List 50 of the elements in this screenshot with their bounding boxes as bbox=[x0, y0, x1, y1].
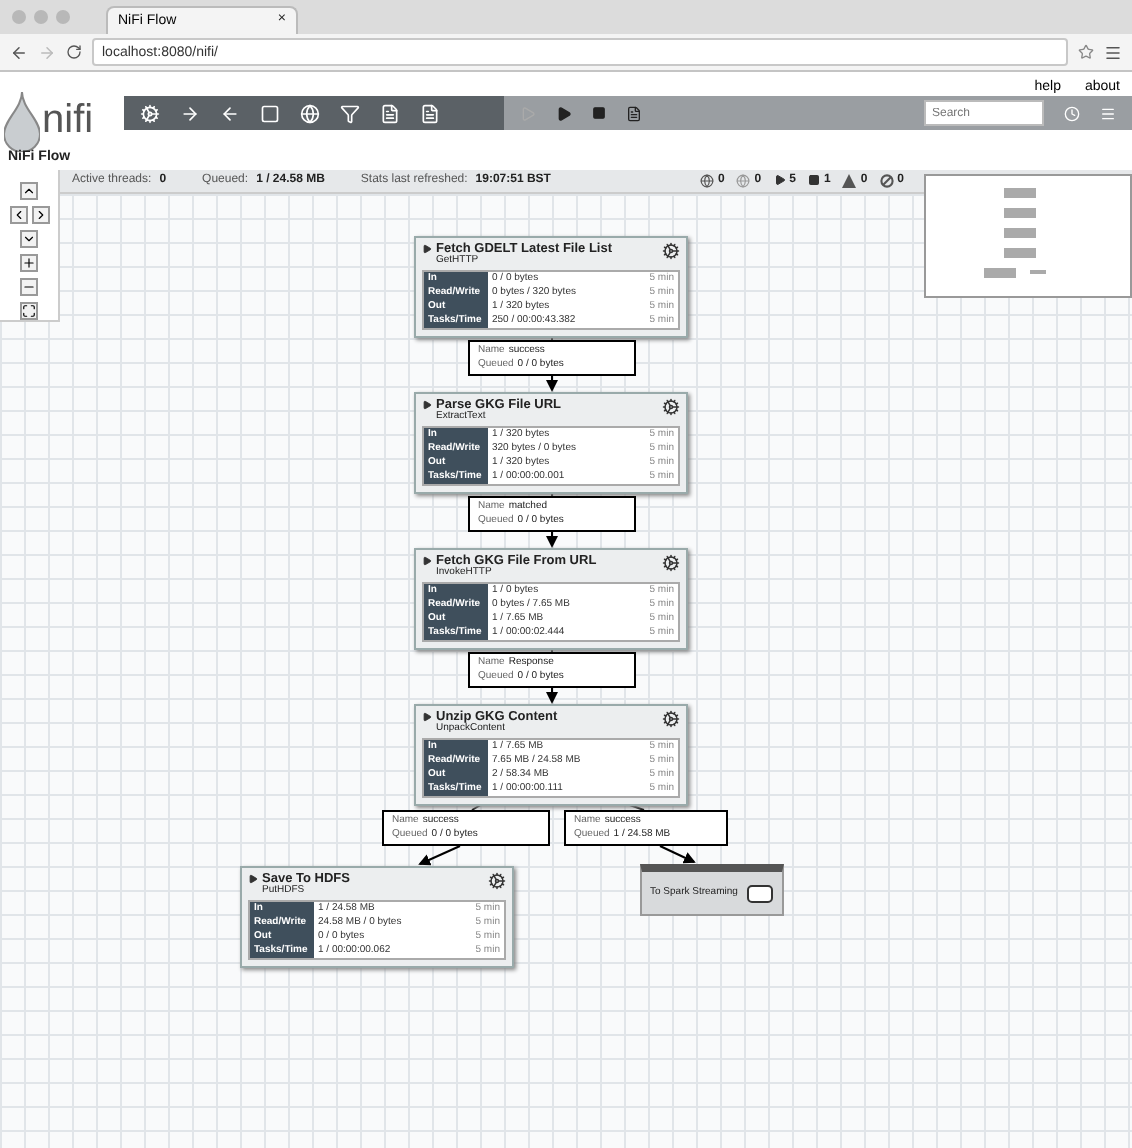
pan-up-button[interactable] bbox=[20, 182, 38, 200]
port-icon bbox=[746, 883, 774, 903]
globe-icon bbox=[736, 174, 751, 188]
summary-button[interactable] bbox=[1100, 105, 1116, 122]
process-group-icon[interactable] bbox=[260, 103, 280, 124]
processor-icon[interactable] bbox=[140, 103, 160, 124]
run-state-icon bbox=[422, 244, 432, 254]
funnel-icon[interactable] bbox=[340, 103, 360, 124]
menu-icon[interactable] bbox=[1104, 43, 1122, 61]
processor-icon bbox=[488, 872, 506, 890]
processor-icon bbox=[662, 710, 680, 728]
stop-icon bbox=[807, 174, 820, 187]
remote-group-icon[interactable] bbox=[300, 103, 320, 124]
stop-button[interactable] bbox=[592, 106, 606, 121]
pan-right-button[interactable] bbox=[31, 206, 49, 224]
zoom-in-button[interactable] bbox=[20, 254, 38, 272]
chevron-up-icon bbox=[22, 184, 36, 198]
play-icon bbox=[773, 174, 786, 187]
processor-icon bbox=[662, 398, 680, 416]
clock-button[interactable] bbox=[1064, 105, 1080, 122]
processor-icon bbox=[662, 554, 680, 572]
template-button[interactable] bbox=[626, 105, 642, 122]
input-port-icon[interactable] bbox=[180, 103, 200, 124]
output-port-icon[interactable] bbox=[220, 103, 240, 124]
reload-icon[interactable] bbox=[66, 44, 82, 60]
logo-text: nifi bbox=[42, 98, 94, 144]
processor-icon bbox=[662, 242, 680, 260]
pan-left-button[interactable] bbox=[9, 206, 27, 224]
fit-icon bbox=[22, 304, 36, 318]
run-state-icon bbox=[248, 874, 258, 884]
warning-icon bbox=[842, 174, 857, 188]
pan-down-button[interactable] bbox=[20, 230, 38, 248]
chevron-left-icon bbox=[11, 208, 25, 222]
back-icon[interactable] bbox=[10, 43, 28, 61]
run-state-icon bbox=[422, 400, 432, 410]
drop-logo-icon bbox=[4, 91, 40, 151]
chevron-down-icon bbox=[22, 232, 36, 246]
transmitting-icon bbox=[699, 174, 714, 188]
bookmark-star-icon[interactable] bbox=[1078, 44, 1094, 60]
run-state-icon bbox=[422, 556, 432, 566]
chevron-right-icon bbox=[33, 208, 47, 222]
start-button[interactable] bbox=[556, 105, 572, 122]
disabled-icon bbox=[879, 174, 894, 188]
template-icon[interactable] bbox=[380, 103, 400, 124]
minus-icon bbox=[22, 280, 36, 294]
zoom-out-button[interactable] bbox=[20, 278, 38, 296]
label-icon[interactable] bbox=[420, 103, 440, 124]
plus-icon bbox=[22, 256, 36, 270]
fit-button[interactable] bbox=[20, 302, 38, 320]
run-state-icon bbox=[422, 712, 432, 722]
